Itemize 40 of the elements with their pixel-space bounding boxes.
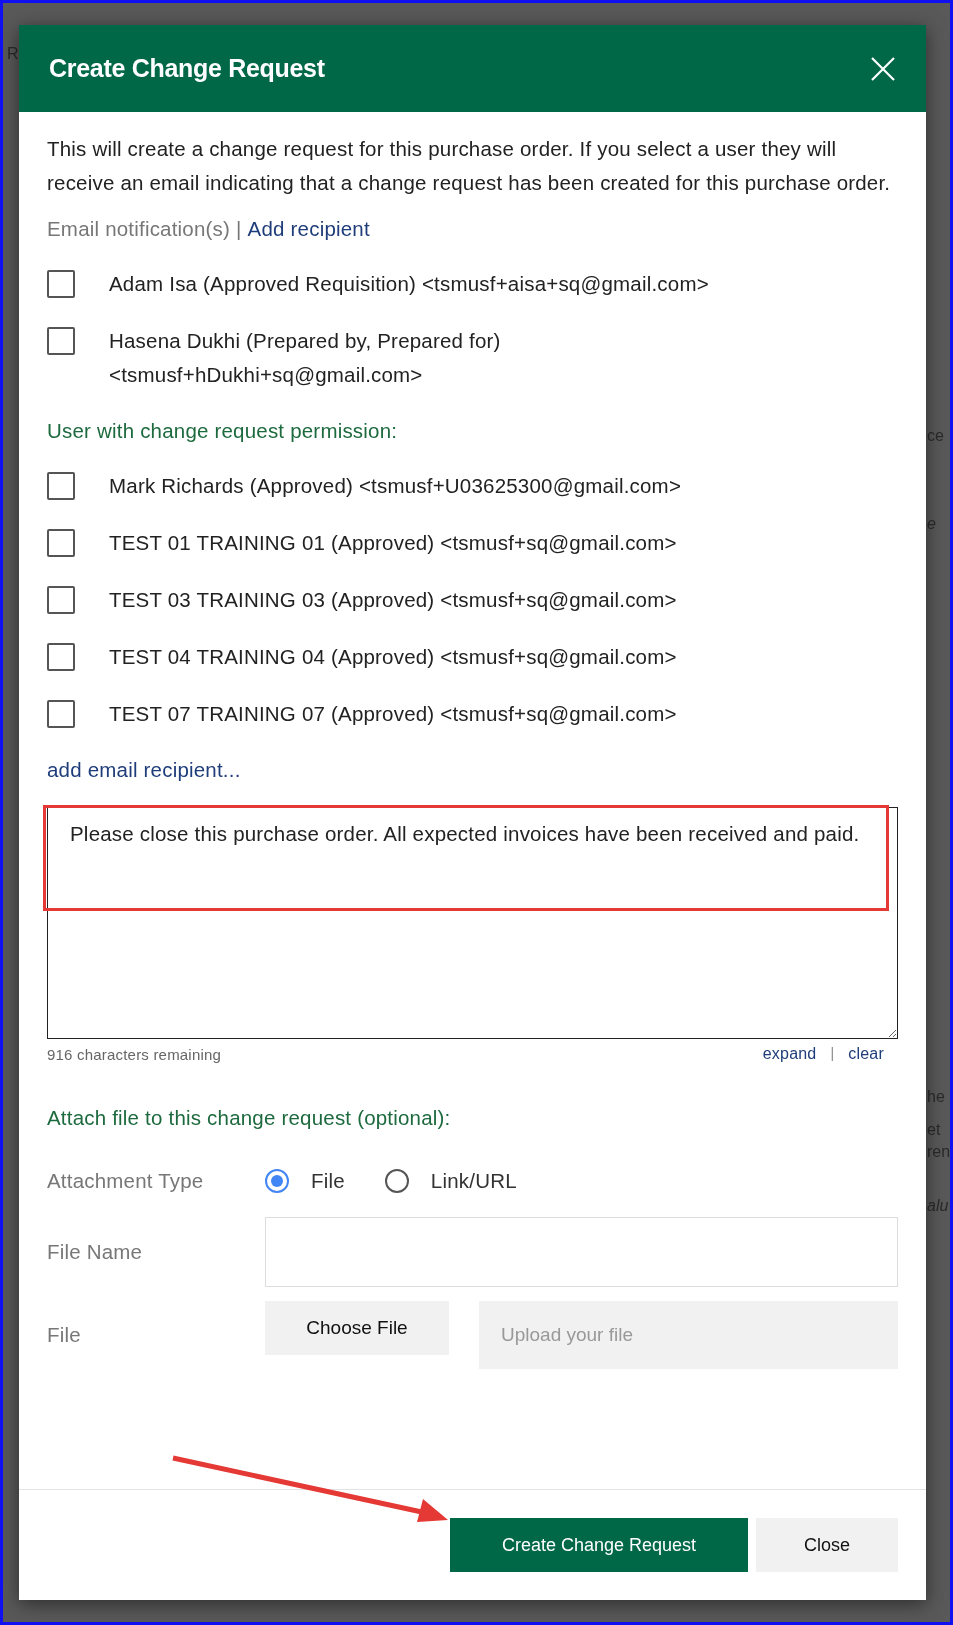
radio-option[interactable]: File [265,1169,345,1193]
file-label: File [47,1323,82,1347]
attach-heading: Attach file to this change request (optional): [47,1105,452,1131]
separator: | [830,1045,835,1063]
recipient-label: Mark Richards (Approved) <tsmusf+U03625300@gmail.com> [109,473,682,499]
file-name-field[interactable] [265,1217,898,1287]
expand-link[interactable]: expand [762,1045,817,1063]
recipient-label: Hasena Dukhi (Prepared by, Prepared for) <tsmusf+hDukhi+sq@gmail.com> [109,328,501,388]
checkbox[interactable] [47,529,75,557]
checkbox[interactable] [47,586,75,614]
radio-icon[interactable] [265,1169,289,1193]
notification-label: Email notification(s) [47,217,231,241]
checkbox[interactable] [47,327,75,355]
checkbox[interactable] [47,270,75,298]
dialog-title: Create Change Request [49,54,325,83]
recipient-label: TEST 07 TRAINING 07 (Approved) <tsmusf+sq@gmail.com> [109,701,677,727]
intro-text: This will create a change request for this purchase order. If you select a user they will receive an email indicating that a change request has been created for this purchase order. [47,136,892,196]
add-email-link[interactable]: add email recipient... [47,755,241,785]
permission-label: User with change request permission: [47,418,399,444]
radio-icon[interactable] [384,1169,409,1193]
checkbox[interactable] [47,472,75,500]
create-button[interactable]: Create Change Request [450,1518,748,1572]
upload-field[interactable]: Upload your file [479,1301,898,1369]
add-recipient-link[interactable]: Add recipient [247,217,370,241]
attachment-type-label: Attachment Type [47,1169,205,1193]
separator: | [236,217,242,241]
recipient-label: TEST 04 TRAINING 04 (Approved) <tsmusf+sq@gmail.com> [109,644,677,670]
close-icon[interactable] [870,55,896,82]
close-button[interactable]: Close [756,1518,898,1572]
radio-option[interactable]: Link/URL [384,1169,517,1193]
checkbox[interactable] [47,643,75,671]
recipient-label: Adam Isa (Approved Requisition) <tsmusf+aisa+sq@gmail.com> [109,271,709,297]
checkbox[interactable] [47,700,75,728]
choose-file-button[interactable]: Choose File [265,1301,449,1355]
clear-link[interactable]: clear [848,1045,884,1063]
message-field[interactable]: Please close this purchase order. All expected invoices have been received and paid. [47,807,898,1039]
characters-remaining: 916 characters remaining [47,1045,222,1063]
recipient-label: TEST 01 TRAINING 01 (Approved) <tsmusf+sq@gmail.com> [109,530,677,556]
file-name-label: File Name [47,1240,144,1264]
recipient-label: TEST 03 TRAINING 03 (Approved) <tsmusf+sq@gmail.com> [109,587,677,613]
